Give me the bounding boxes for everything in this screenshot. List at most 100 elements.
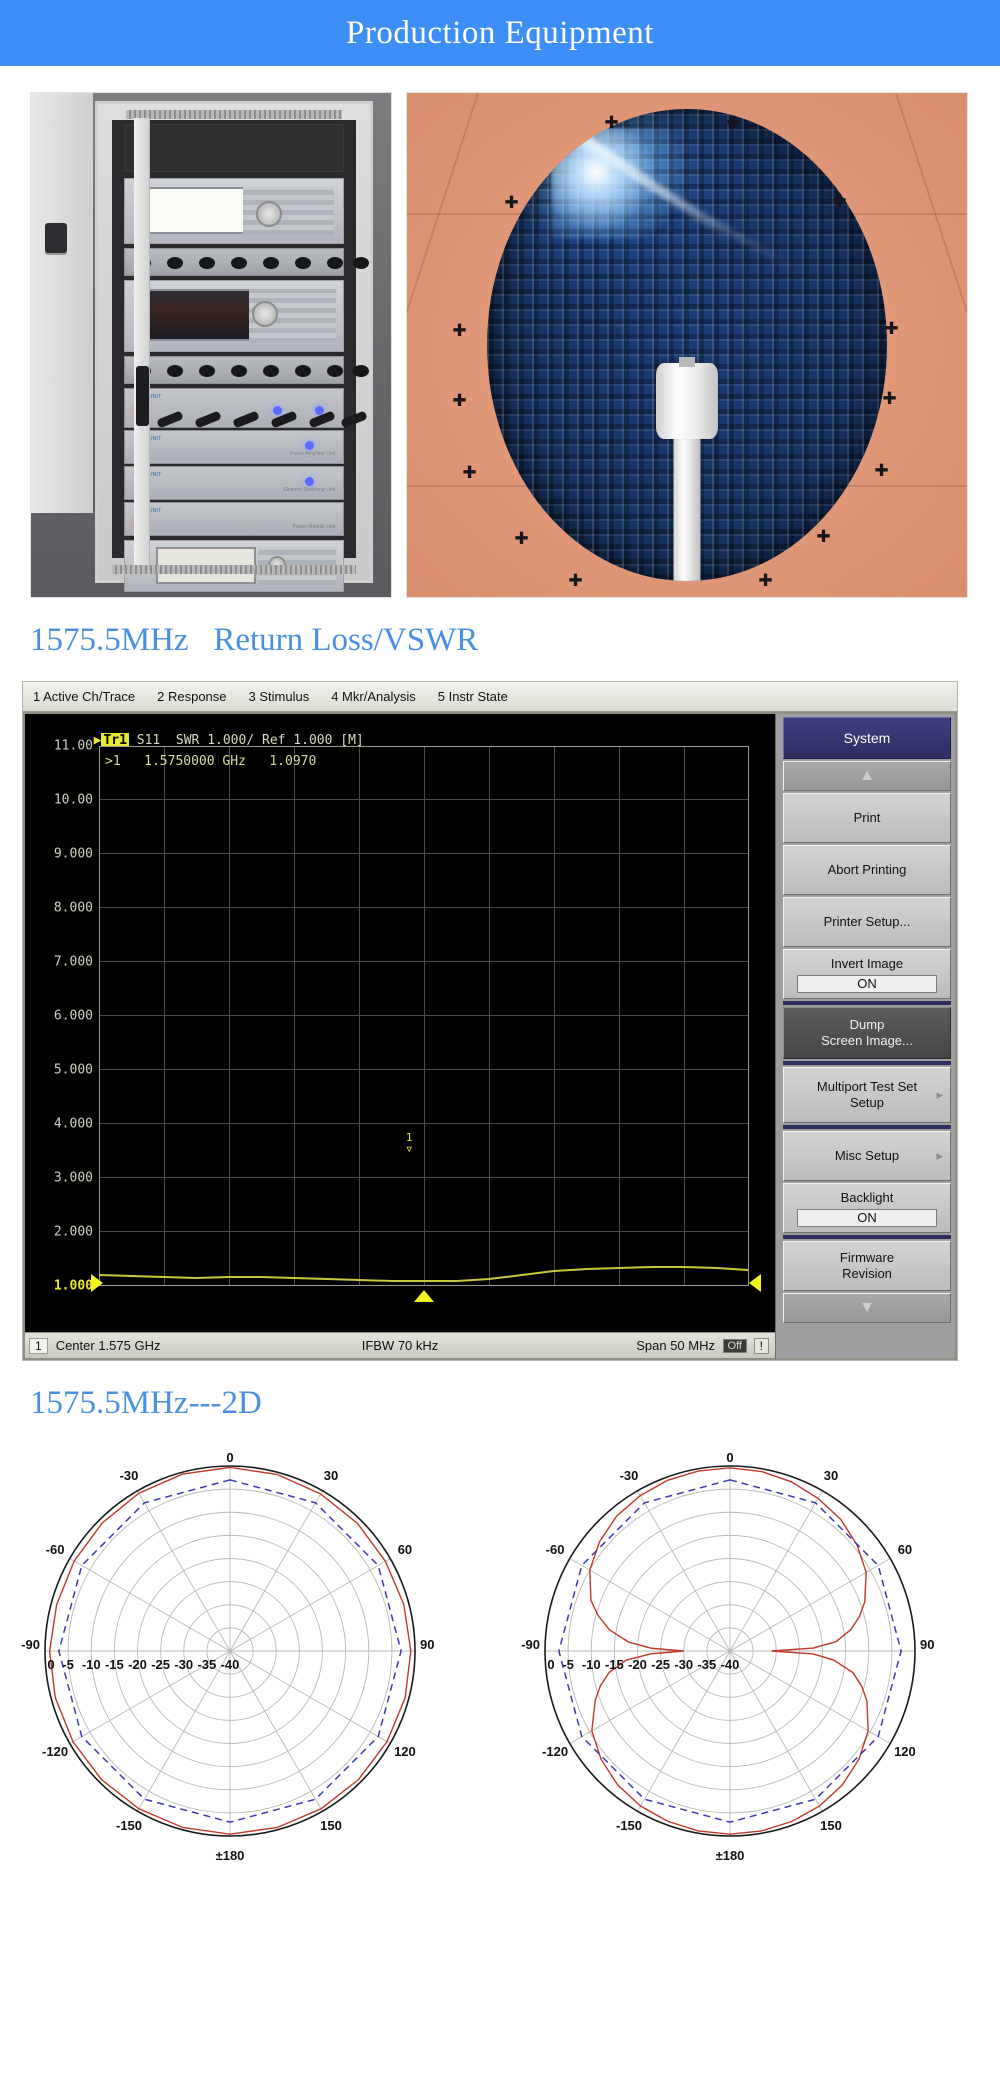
svg-text:-60: -60: [46, 1542, 65, 1557]
wall-panel: [31, 93, 93, 513]
switch-unit: TEST UNIT: [124, 388, 368, 429]
menu-response[interactable]: 2 Response: [157, 689, 226, 704]
svg-text:90: 90: [920, 1637, 934, 1652]
rack-door: [134, 118, 150, 570]
svg-text:120: 120: [394, 1744, 416, 1759]
softkey-misc-setup[interactable]: Misc Setup ▸: [783, 1131, 951, 1181]
mount-clip-icon: ✚: [452, 321, 467, 341]
svg-text:-30: -30: [174, 1657, 193, 1672]
svg-text:-60: -60: [546, 1542, 565, 1557]
softkey-invert-image[interactable]: Invert Image ON: [783, 949, 951, 999]
device-under-test: [679, 357, 695, 367]
softkey-printer-setup[interactable]: Printer Setup...: [783, 897, 951, 947]
softkey-multiport-label-line1: Multiport Test Set: [816, 1079, 918, 1094]
softkey-abort-printing[interactable]: Abort Printing: [783, 845, 951, 895]
menu-instr-state[interactable]: 5 Instr State: [438, 689, 508, 704]
softkey-abort-printing-label: Abort Printing: [827, 862, 907, 877]
softkey-scroll-down[interactable]: ▼: [783, 1293, 951, 1323]
status-channel: 1: [29, 1337, 48, 1354]
spectrum-analyzer-dial: [251, 300, 278, 327]
mount-clip-icon: ✚: [882, 389, 897, 409]
softkey-scroll-up[interactable]: ▲: [783, 761, 951, 791]
marker-1-flag[interactable]: 1 ▿: [405, 1132, 413, 1156]
signal-generator: [124, 178, 344, 244]
svg-text:-120: -120: [42, 1744, 68, 1759]
svg-text:60: 60: [898, 1542, 912, 1557]
softkey-divider: [783, 1125, 951, 1129]
svg-text:-35: -35: [197, 1657, 216, 1672]
svg-text:60: 60: [398, 1542, 412, 1557]
chevron-right-icon: ▸: [936, 1148, 943, 1163]
mount-clip-icon: ✚: [452, 391, 467, 411]
softkey-system-title[interactable]: System: [783, 717, 951, 759]
vna-screenshot: 1 Active Ch/Trace 2 Response 3 Stimulus …: [22, 681, 958, 1361]
marker-position-indicator-icon[interactable]: [414, 1290, 434, 1302]
softkey-multiport-test-set-setup[interactable]: Multiport Test Set Setup ▸: [783, 1067, 951, 1123]
y-tick-8: 8.000: [53, 900, 93, 916]
polar-plot-2: 0 30 60 90 120 150 ±180 -150 -120 -90 -60 -30 0 -5 -10…: [515, 1436, 985, 1916]
softkey-invert-image-label: Invert Image: [830, 955, 904, 971]
svg-text:120: 120: [894, 1744, 916, 1759]
polar-plot-1: 0 30 60 90 120 150 ±180 -150 -120 -90 -60 -30 0 -5 -10…: [15, 1436, 485, 1916]
svg-text:-35: -35: [697, 1657, 716, 1672]
status-alert-indicator[interactable]: !: [753, 1337, 769, 1354]
mount-clip-icon: ✚: [568, 571, 583, 591]
status-span[interactable]: Span 50 MHz: [636, 1338, 715, 1353]
rack-top-vent: [126, 110, 342, 119]
softkey-invert-image-value[interactable]: ON: [797, 974, 937, 993]
chevron-right-icon: ▸: [936, 1087, 943, 1102]
y-tick-4: 4.000: [53, 1116, 93, 1132]
softkey-divider: [783, 1061, 951, 1065]
rack-cabinet: TEST UNIT TEST UNIT Power Amplifier Unit: [95, 101, 373, 592]
softkey-print-label: Print: [853, 810, 881, 825]
vna-menu-bar: 1 Active Ch/Trace 2 Response 3 Stimulus …: [23, 682, 957, 712]
svg-text:-90: -90: [521, 1637, 540, 1652]
mount-clip-icon: ✚: [758, 571, 773, 591]
y-tick-3: 3.000: [53, 1170, 93, 1186]
svg-text:-5: -5: [62, 1657, 74, 1672]
softkey-firmware-revision[interactable]: Firmware Revision: [783, 1241, 951, 1291]
softkey-backlight[interactable]: Backlight ON: [783, 1183, 951, 1233]
mount-clip-icon: ✚: [514, 529, 529, 549]
svg-text:90: 90: [420, 1637, 434, 1652]
mount-clip-icon: ✚: [462, 463, 477, 483]
menu-mkr-analysis[interactable]: 4 Mkr/Analysis: [331, 689, 416, 704]
status-ifbw[interactable]: IFBW 70 kHz: [362, 1338, 439, 1353]
element-switching-unit: TEST UNIT Element Switching Unit: [124, 466, 344, 500]
softkey-dump-label-line2: Screen Image...: [821, 1033, 913, 1048]
signal-generator-display: [142, 186, 248, 235]
rack-bottom-vent: [112, 565, 356, 574]
softkey-firmware-label-line2: Revision: [842, 1266, 892, 1281]
photo-test-equipment-rack: TEST UNIT TEST UNIT Power Amplifier Unit: [30, 92, 392, 598]
svg-text:-25: -25: [651, 1657, 670, 1672]
svg-text:-90: -90: [21, 1637, 40, 1652]
y-tick-6: 6.000: [53, 1008, 93, 1024]
softkey-print[interactable]: Print: [783, 793, 951, 843]
svg-text:±180: ±180: [716, 1848, 745, 1863]
mount-clip-icon: ✚: [816, 527, 831, 547]
menu-active-ch-trace[interactable]: 1 Active Ch/Trace: [33, 689, 135, 704]
y-tick-11: 11.00: [53, 738, 93, 754]
y-tick-9: 9.000: [53, 846, 93, 862]
softkey-multiport-label-line2: Setup: [850, 1095, 884, 1110]
softkey-misc-setup-label: Misc Setup: [834, 1148, 900, 1163]
page-title: Production Equipment: [346, 14, 654, 51]
status-center-freq[interactable]: Center 1.575 GHz: [56, 1338, 161, 1353]
section-heading-2d: 1575.5MHz---2D: [30, 1385, 262, 1421]
svg-text:-5: -5: [562, 1657, 574, 1672]
softkey-backlight-label: Backlight: [840, 1189, 894, 1205]
photo-anechoic-chamber: ✚ ✚ ✚ ✚ ✚ ✚ ✚ ✚ ✚ ✚ ✚ ✚ ✚ ✚: [406, 92, 968, 598]
page-banner: Production Equipment: [0, 0, 1000, 66]
menu-stimulus[interactable]: 3 Stimulus: [249, 689, 310, 704]
absorber-cone-array: [487, 109, 887, 581]
softkey-backlight-value[interactable]: ON: [797, 1208, 937, 1227]
status-led-blue-1: [273, 406, 282, 415]
softkey-dump-screen-image[interactable]: Dump Screen Image...: [783, 1007, 951, 1059]
patch-panel-1: [124, 248, 369, 276]
svg-text:-25: -25: [151, 1657, 170, 1672]
svg-text:-30: -30: [674, 1657, 693, 1672]
status-correction-off[interactable]: Off: [722, 1338, 747, 1353]
svg-text:0: 0: [726, 1450, 733, 1465]
svg-text:-10: -10: [582, 1657, 601, 1672]
svg-text:-150: -150: [616, 1818, 642, 1833]
